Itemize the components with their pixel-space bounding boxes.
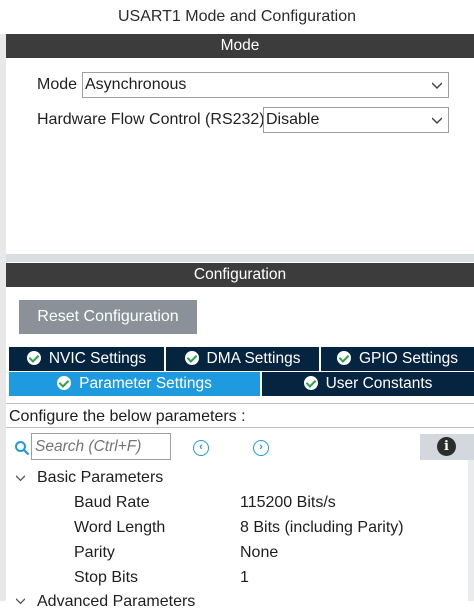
search-input[interactable] [31, 433, 171, 460]
mode-section-header[interactable]: Mode [6, 34, 474, 58]
tab-label: NVIC Settings [48, 350, 147, 367]
configuration-section-header[interactable]: Configuration [6, 263, 474, 287]
chevron-right-circle-icon[interactable]: › [253, 440, 269, 456]
param-baud-rate-label: Baud Rate [74, 494, 150, 511]
param-word-length-value[interactable]: 8 Bits (including Parity) [240, 519, 404, 537]
check-circle-icon [336, 351, 351, 365]
param-parity-value[interactable]: None [240, 544, 278, 562]
window-title: USART1 Mode and Configuration [0, 0, 474, 34]
tab-gpio-settings[interactable]: GPIO Settings [321, 347, 474, 371]
param-stop-bits-value[interactable]: 1 [240, 569, 249, 587]
tab-label: DMA Settings [206, 350, 301, 367]
group-basic-parameters[interactable]: Basic Parameters [37, 469, 163, 487]
mode-select[interactable]: Asynchronous [82, 72, 449, 98]
configure-instruction: Configure the below parameters : [6, 403, 474, 428]
param-stop-bits-label: Stop Bits [74, 569, 139, 586]
reset-configuration-button[interactable]: Reset Configuration [19, 300, 197, 334]
section-divider [6, 254, 474, 262]
scrollbar[interactable] [468, 460, 474, 601]
param-baud-rate-value[interactable]: 115200 Bits/s [240, 494, 336, 512]
mode-label: Mode [37, 76, 78, 93]
check-circle-icon [184, 351, 199, 365]
param-word-length-label: Word Length [74, 519, 166, 536]
chevron-down-icon [432, 117, 442, 125]
search-icon [15, 441, 30, 456]
chevron-down-icon [432, 82, 442, 90]
tab-user-constants[interactable]: User Constants [262, 372, 474, 396]
tab-parameter-settings[interactable]: Parameter Settings [9, 372, 260, 396]
hw-flow-control-select[interactable]: Disable [263, 107, 449, 133]
check-circle-icon [303, 376, 318, 390]
tab-dma-settings[interactable]: DMA Settings [166, 347, 319, 371]
hw-flow-control-label: Hardware Flow Control (RS232) [37, 111, 265, 128]
tab-label: Parameter Settings [79, 375, 212, 392]
tab-label: GPIO Settings [358, 350, 459, 367]
tab-label: User Constants [325, 375, 433, 392]
check-circle-icon [57, 376, 72, 390]
chevron-down-icon[interactable] [16, 474, 25, 483]
chevron-down-icon[interactable] [16, 597, 25, 606]
tab-nvic-settings[interactable]: NVIC Settings [9, 347, 164, 371]
param-parity-label: Parity [74, 544, 115, 561]
mode-select-value: Asynchronous [85, 76, 187, 93]
check-circle-icon [26, 351, 41, 365]
info-icon[interactable]: i [437, 437, 456, 456]
chevron-left-circle-icon[interactable]: ‹ [193, 440, 209, 456]
group-advanced-parameters[interactable]: Advanced Parameters [37, 593, 195, 611]
hw-flow-control-value: Disable [266, 111, 320, 128]
